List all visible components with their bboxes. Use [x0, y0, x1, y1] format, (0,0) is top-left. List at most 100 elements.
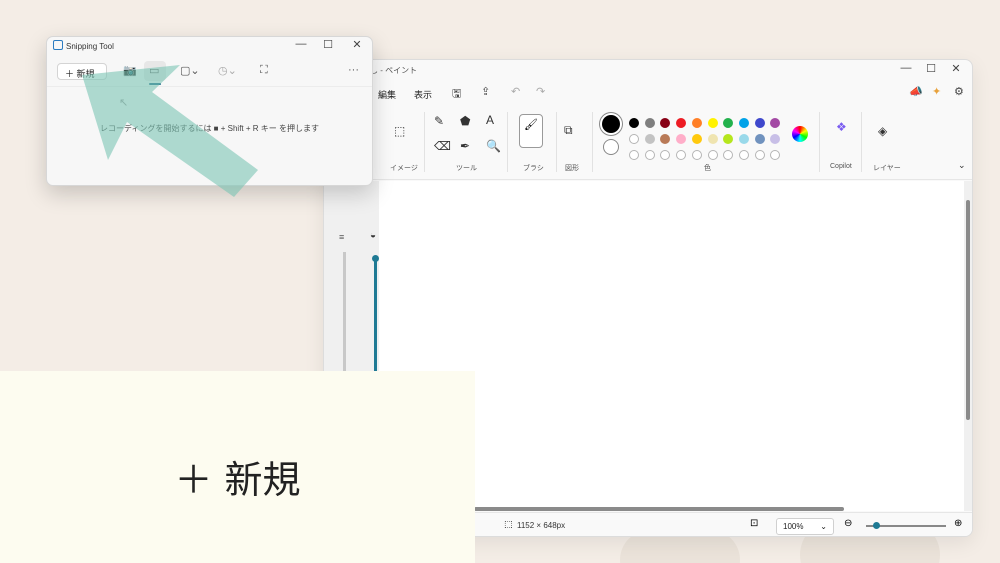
color-swatch[interactable]: [644, 134, 655, 144]
text-actions-icon[interactable]: ⛶: [260, 64, 268, 77]
color-swatch[interactable]: [660, 118, 671, 128]
color-swatch[interactable]: [644, 118, 655, 128]
chevron-down-icon: ⌄: [820, 522, 827, 531]
menu-edit[interactable]: 編集: [378, 88, 396, 101]
color-swatch[interactable]: [770, 134, 781, 144]
custom-color-slot[interactable]: [644, 150, 655, 160]
redo-icon[interactable]: ↷: [536, 85, 545, 98]
paint-window-title: し - ペイント: [370, 66, 418, 75]
color-wheel-icon[interactable]: [792, 126, 808, 142]
secondary-color-swatch[interactable]: [603, 139, 619, 155]
color-swatch[interactable]: [754, 134, 765, 144]
custom-color-slot[interactable]: [707, 150, 718, 160]
snipping-tool-window: Snipping Tool — ☐ ✕ ＋ 新規 📷 ▭ ▢⌄ ◷⌄ ⛶ ···…: [46, 36, 373, 186]
close-button[interactable]: ✕: [347, 38, 367, 51]
custom-color-slot[interactable]: [754, 150, 765, 160]
color-swatch[interactable]: [723, 134, 734, 144]
maximize-button[interactable]: ☐: [921, 62, 941, 75]
layers-icon[interactable]: ◈: [878, 124, 887, 138]
ribbon-label-layers: レイヤー: [873, 165, 901, 172]
settings-icon[interactable]: ⚙: [954, 85, 964, 98]
active-mode-indicator: [149, 83, 161, 85]
color-picker-icon[interactable]: ✒: [460, 139, 470, 153]
zoom-slider-thumb[interactable]: [873, 522, 880, 529]
magnifier-icon[interactable]: 🔍: [486, 139, 501, 153]
custom-color-slot[interactable]: [723, 150, 734, 160]
camera-icon[interactable]: 📷: [123, 64, 137, 77]
color-swatch[interactable]: [707, 134, 718, 144]
size-slider-track[interactable]: [343, 252, 346, 382]
zoom-select[interactable]: 100% ⌄: [776, 518, 834, 535]
zoom-value: 100%: [783, 522, 804, 531]
recording-hint: レコーディングを開始するには ■ + Shift + R キー を押します: [100, 124, 319, 133]
rectangle-mode-icon[interactable]: ▢⌄: [180, 64, 200, 77]
share-icon[interactable]: ⇪: [481, 85, 490, 98]
shapes-icon[interactable]: ⧉: [564, 123, 573, 138]
minimize-button[interactable]: —: [291, 38, 311, 50]
more-options-button[interactable]: ···: [348, 64, 359, 76]
color-swatch[interactable]: [754, 118, 765, 128]
vertical-scrollbar[interactable]: [966, 200, 970, 420]
color-swatch[interactable]: [738, 134, 749, 144]
chevron-down-icon[interactable]: ⌄: [958, 160, 966, 171]
save-icon[interactable]: 🖫: [452, 85, 461, 104]
video-icon: ▭: [149, 65, 160, 77]
snipping-toolbar: ＋ 新規 📷 ▭ ▢⌄ ◷⌄ ⛶ ···: [47, 57, 372, 87]
ribbon: ⬚ イメージ ✎ ⬟ A ⌫ ✒ 🔍 ツール 🖌 ブラシ ⧉ 図形 色 ❖ Co…: [324, 106, 972, 180]
paint-menu-bar: 編集 表示 🖫 ⇪ ↶ ↷ 📣 ✦ ⚙: [324, 82, 972, 104]
custom-color-slot[interactable]: [676, 150, 687, 160]
canvas-size-icon: ⬚: [504, 519, 513, 529]
megaphone-icon[interactable]: 📣: [909, 85, 923, 98]
text-icon[interactable]: A: [486, 113, 494, 127]
mouse-cursor-icon: ↖: [119, 97, 129, 109]
custom-color-slot[interactable]: [691, 150, 702, 160]
menu-view[interactable]: 表示: [414, 88, 432, 101]
select-icon[interactable]: ⬚: [394, 124, 405, 138]
color-swatch[interactable]: [629, 118, 639, 128]
ribbon-label-shapes: 図形: [565, 165, 579, 172]
close-button[interactable]: ✕: [946, 62, 966, 75]
new-button[interactable]: ＋ 新規: [57, 63, 107, 80]
primary-color-swatch[interactable]: [602, 115, 620, 133]
color-swatch[interactable]: [676, 118, 687, 128]
ribbon-label-tools: ツール: [456, 165, 477, 172]
ribbon-label-copilot: Copilot: [830, 163, 852, 170]
custom-color-slot[interactable]: [660, 150, 671, 160]
custom-color-slot[interactable]: [738, 150, 749, 160]
snipping-tool-logo-icon: [53, 40, 63, 50]
zoom-in-icon[interactable]: ⊕: [954, 518, 962, 529]
copilot-icon[interactable]: ❖: [836, 120, 847, 134]
ribbon-separator: [592, 112, 593, 172]
horizontal-scrollbar[interactable]: [474, 507, 844, 511]
opacity-slider-track[interactable]: [374, 258, 377, 382]
ribbon-label-brush: ブラシ: [523, 165, 544, 172]
color-swatch[interactable]: [738, 118, 749, 128]
custom-color-slot[interactable]: [629, 150, 639, 160]
undo-icon[interactable]: ↶: [511, 85, 520, 98]
color-swatch[interactable]: [707, 118, 718, 128]
cocreator-icon[interactable]: ✦: [932, 85, 941, 98]
caption-text: ＋ 新規: [174, 458, 301, 502]
color-swatch[interactable]: [691, 134, 702, 144]
zoom-out-icon[interactable]: ⊖: [844, 518, 852, 529]
opacity-slider-thumb[interactable]: [372, 255, 379, 262]
caption-panel: ＋ 新規: [0, 371, 475, 563]
minimize-button[interactable]: —: [896, 62, 916, 74]
color-swatch[interactable]: [691, 118, 702, 128]
custom-color-slot[interactable]: [629, 134, 639, 144]
fill-icon[interactable]: ⬟: [460, 114, 470, 128]
fit-screen-icon[interactable]: ⊡: [750, 518, 758, 529]
maximize-button[interactable]: ☐: [318, 38, 338, 51]
color-swatch[interactable]: [676, 134, 687, 144]
ribbon-separator: [819, 112, 820, 172]
color-swatch[interactable]: [770, 118, 781, 128]
snipping-tool-title: Snipping Tool: [66, 42, 114, 51]
brush-button[interactable]: 🖌: [519, 114, 543, 148]
custom-color-slot[interactable]: [770, 150, 781, 160]
opacity-icon: ◒: [370, 230, 377, 241]
color-swatch[interactable]: [723, 118, 734, 128]
eraser-icon[interactable]: ⌫: [434, 139, 451, 153]
color-swatch[interactable]: [660, 134, 671, 144]
timer-icon[interactable]: ◷⌄: [218, 64, 237, 77]
pencil-icon[interactable]: ✎: [434, 114, 444, 128]
